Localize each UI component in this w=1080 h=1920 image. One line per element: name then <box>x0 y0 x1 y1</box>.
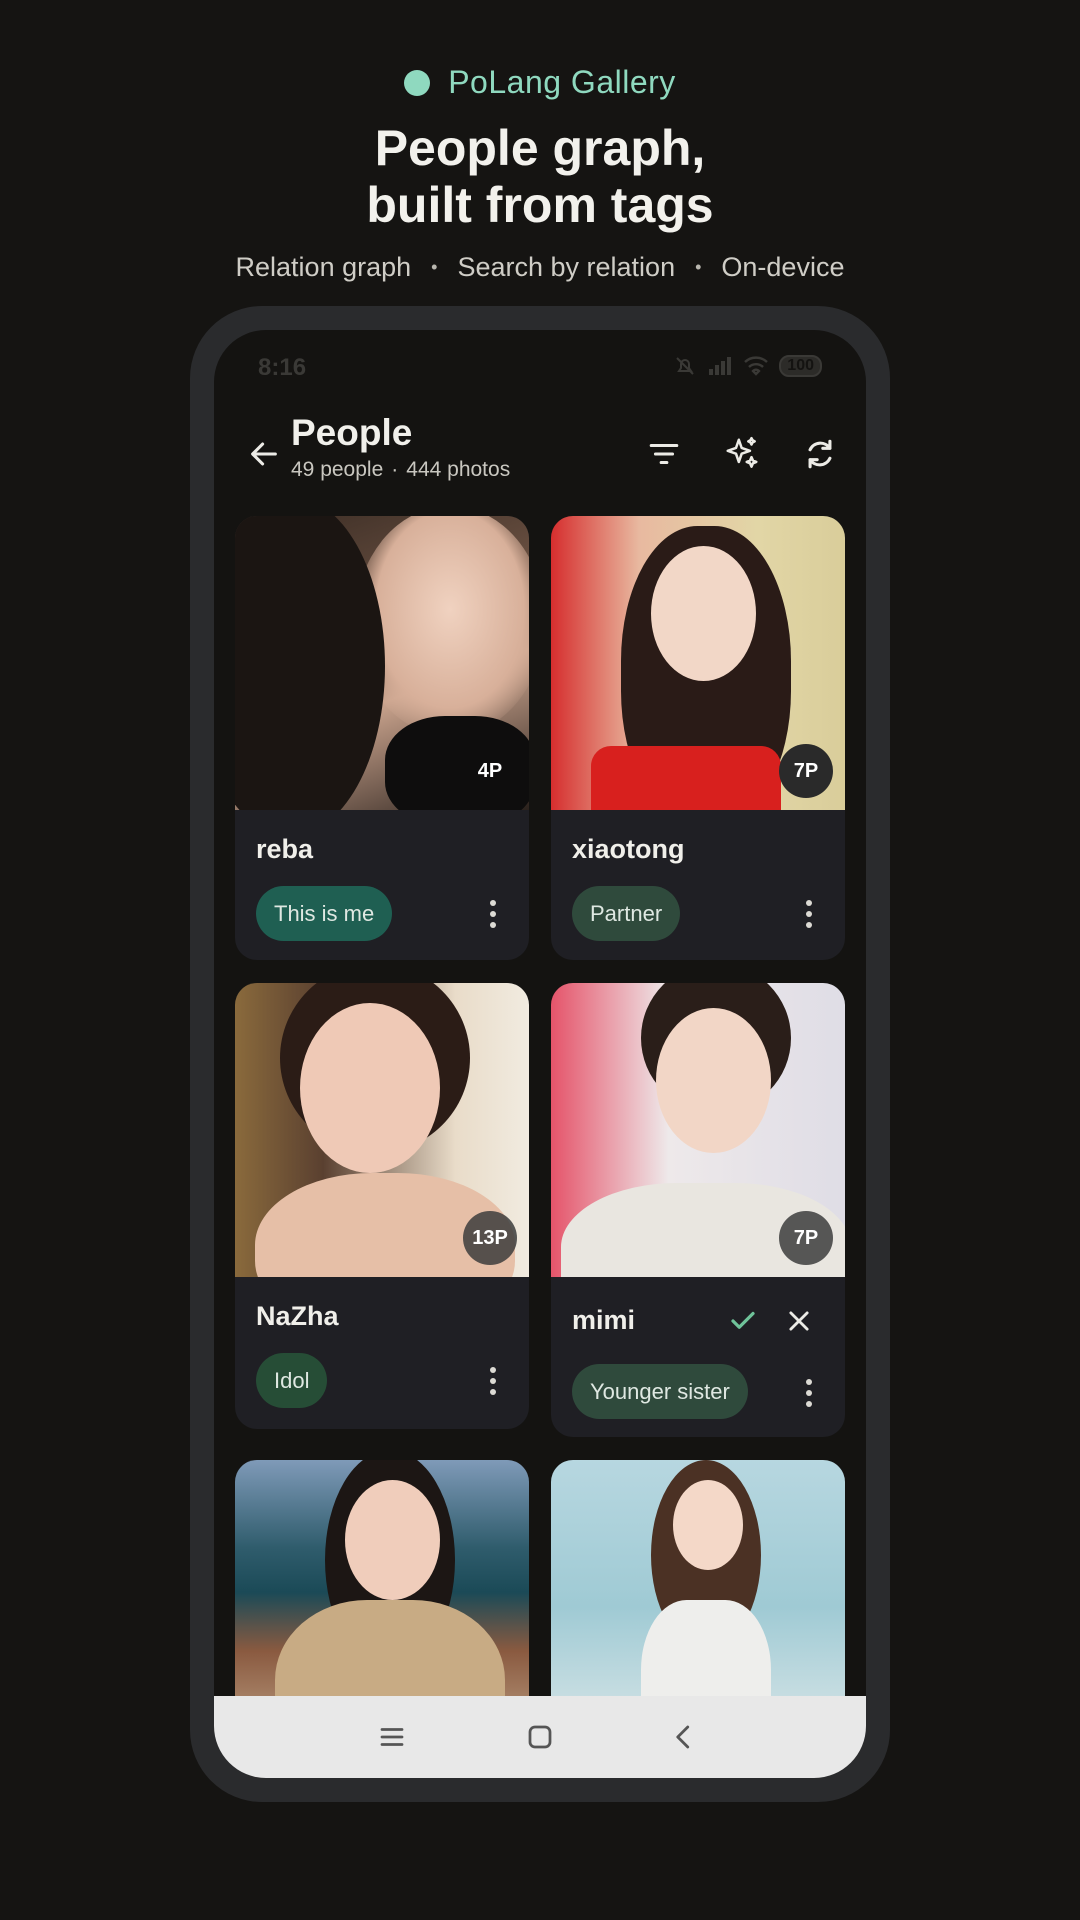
menu-icon <box>380 1728 404 1746</box>
brand: PoLang Gallery <box>0 64 1080 101</box>
status-icons: 100 <box>673 354 822 378</box>
feature-search-by-relation: Search by relation <box>457 252 676 282</box>
person-name[interactable]: NaZha <box>256 1301 339 1332</box>
signal-icon <box>709 357 732 375</box>
hair-shape <box>235 516 385 810</box>
sparkle-icon <box>726 436 758 468</box>
cancel-edit-button[interactable] <box>779 1301 819 1341</box>
dress-shape <box>591 746 781 810</box>
wifi-icon <box>744 356 769 376</box>
person-photo[interactable]: 7P <box>551 983 845 1277</box>
relation-tag[interactable]: Partner <box>572 886 681 941</box>
headline: People graph, built from tags <box>0 120 1080 234</box>
person-name[interactable]: xiaotong <box>572 834 685 865</box>
feature-row: Relation graph • Search by relation • On… <box>0 252 1080 283</box>
title-block: People 49 people · 444 photos <box>291 410 510 482</box>
face-shape <box>300 1003 440 1173</box>
face-shape <box>345 1480 440 1600</box>
page-title: People <box>291 412 413 453</box>
subtitle-separator: · <box>391 458 399 481</box>
feature-separator: • <box>695 257 702 277</box>
home-icon <box>528 1725 552 1749</box>
check-icon <box>731 1311 755 1329</box>
battery-indicator: 100 <box>779 355 822 377</box>
face-shape <box>656 1008 771 1153</box>
brand-name: PoLang Gallery <box>448 64 676 100</box>
photo-count: 444 photos <box>406 458 511 481</box>
face-shape <box>651 546 756 681</box>
people-count: 49 people <box>291 458 384 481</box>
person-card[interactable]: 7P xiaotong Partner <box>551 516 845 960</box>
photo-count-badge: 13P <box>463 1211 517 1265</box>
feature-on-device: On-device <box>721 252 845 282</box>
refresh-button[interactable] <box>796 430 844 478</box>
refresh-icon <box>808 439 832 469</box>
recents-button[interactable] <box>372 1717 412 1757</box>
phone-frame: 8:16 100 People 49 people · 444 photos 4… <box>190 306 890 1802</box>
confirm-name-button[interactable] <box>723 1301 763 1341</box>
person-name-edit-field[interactable]: mimi <box>572 1305 635 1336</box>
person-card[interactable]: 13P NaZha Idol <box>235 983 529 1429</box>
filter-button[interactable] <box>640 430 688 478</box>
feature-separator: • <box>431 257 438 277</box>
back-icon <box>676 1725 690 1749</box>
status-time: 8:16 <box>258 354 307 381</box>
system-back-button[interactable] <box>664 1717 704 1757</box>
person-name[interactable]: reba <box>256 834 313 865</box>
brand-dot-icon <box>404 69 431 96</box>
filter-icon <box>649 443 679 465</box>
mute-bell-icon <box>676 357 695 375</box>
more-options-button[interactable] <box>473 894 513 934</box>
headline-line-1: People graph, <box>374 120 706 176</box>
page-subtitle: 49 people · 444 photos <box>291 458 510 482</box>
person-photo[interactable]: 13P <box>235 983 529 1277</box>
more-options-button[interactable] <box>473 1361 513 1401</box>
face-shape <box>673 1480 743 1570</box>
auto-tag-button[interactable] <box>718 430 766 478</box>
more-options-button[interactable] <box>789 894 829 934</box>
photo-count-badge: 4P <box>477 759 503 782</box>
headline-line-2: built from tags <box>366 177 714 233</box>
app-bar: People 49 people · 444 photos <box>214 410 866 500</box>
more-options-button[interactable] <box>789 1373 829 1413</box>
close-icon <box>789 1311 809 1331</box>
person-card[interactable]: 4P reba This is me <box>235 516 529 960</box>
relation-tag[interactable]: This is me <box>256 886 393 941</box>
photo-count-badge: 7P <box>779 1211 833 1265</box>
relation-tag[interactable]: Idol <box>256 1353 328 1408</box>
back-button[interactable] <box>240 430 288 478</box>
person-photo[interactable]: 7P <box>551 516 845 810</box>
person-card-editing[interactable]: 7P mimi Younger sister <box>551 983 845 1437</box>
home-button[interactable] <box>520 1717 560 1757</box>
back-arrow-icon <box>251 442 277 466</box>
feature-relation-graph: Relation graph <box>235 252 412 282</box>
person-photo[interactable]: 4P <box>235 516 529 810</box>
system-nav-bar <box>214 1696 866 1778</box>
phone-screen: 8:16 100 People 49 people · 444 photos 4… <box>214 330 866 1778</box>
photo-count-badge: 7P <box>779 744 833 798</box>
relation-tag[interactable]: Younger sister <box>572 1364 748 1419</box>
